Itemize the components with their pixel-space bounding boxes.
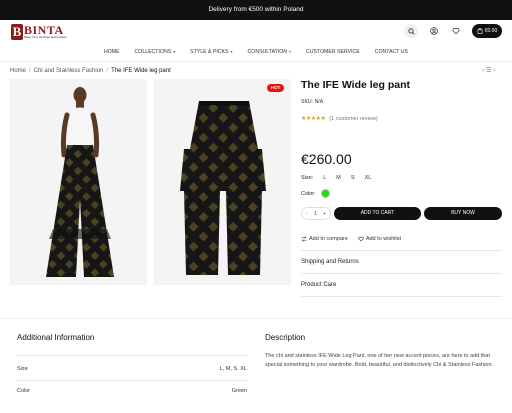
increment-button[interactable]: + (323, 211, 326, 217)
accordion-title: Product Care (301, 282, 337, 288)
additional-info-heading: Additional Information (17, 333, 95, 342)
product-image-flat[interactable]: HOT (154, 79, 291, 285)
divider (301, 273, 502, 274)
nav-label: CONSULTATION (247, 49, 288, 55)
color-label: Color: (301, 190, 316, 197)
logo-tagline: Wear Your Heritage Everywhere (24, 35, 67, 39)
search-button[interactable] (404, 24, 418, 38)
announcement-bar: Delivery from €500 within Poland (0, 0, 512, 20)
attribute-row: Color Green (17, 388, 247, 394)
review-count-link[interactable]: (1 customer review) (329, 116, 377, 122)
breadcrumb-separator: / (29, 68, 31, 74)
sku-value: N/A (314, 99, 324, 105)
logo-mark: B (11, 24, 23, 40)
next-product-icon[interactable]: › (493, 68, 497, 74)
attribute-label: Color (17, 388, 31, 394)
accordion-title: Shipping and Returns (301, 259, 359, 265)
sku-label: SKU: (301, 99, 314, 105)
compare-icon (301, 236, 307, 242)
main-nav: HOME COLLECTIONS ▾ STYLE & PICKS ▾ CONSULT… (0, 46, 512, 58)
product-rating: ★★★★★ (1 customer review) (301, 115, 378, 123)
divider (17, 355, 247, 356)
nav-item-contact-us[interactable]: CONTACT US (375, 46, 408, 58)
decrement-button[interactable]: - (306, 211, 308, 217)
breadcrumb: Home / Chi and Stainless Fashion / The IFE W… (10, 68, 171, 74)
nav-label: CUSTOMER SERVICE (306, 49, 360, 55)
product-image-model[interactable] (10, 79, 147, 285)
pant-photo (180, 101, 266, 275)
quantity-value: 1 (313, 210, 317, 217)
wishlist-button[interactable] (449, 24, 463, 38)
chevron-down-icon: ▾ (230, 49, 233, 54)
announcement-text: Delivery from €500 within Poland (208, 6, 304, 13)
attribute-value: Green (231, 388, 247, 394)
color-swatch-green[interactable] (320, 189, 330, 198)
attribute-row: Size L, M, S, XL (17, 366, 247, 372)
breadcrumb-home[interactable]: Home (10, 68, 26, 74)
nav-label: COLLECTIONS (134, 49, 172, 55)
divider (301, 250, 502, 251)
size-option-xl[interactable]: XL (365, 175, 372, 181)
product-sku: SKU: N/A (301, 99, 323, 105)
bag-icon (477, 28, 483, 34)
accordion-shipping[interactable]: Shipping and Returns (301, 259, 502, 265)
model-photo (46, 87, 114, 277)
nav-label: CONTACT US (374, 49, 409, 55)
heart-icon (358, 236, 364, 242)
attribute-label: Size (17, 366, 28, 372)
size-option-s[interactable]: S (351, 175, 355, 181)
product-title: The IFE Wide leg pant (301, 79, 410, 91)
size-label: Size: (301, 175, 314, 181)
divider (17, 380, 247, 381)
nav-item-customer-service[interactable]: CUSTOMER SERVICE (306, 46, 360, 58)
hot-badge: HOT (267, 84, 284, 92)
header: B BINTA Wear Your Heritage Everywhere €0… (0, 20, 512, 44)
account-button[interactable] (427, 24, 441, 38)
description-heading: Description (265, 333, 306, 342)
wishlist-label: Add to wishlist (365, 236, 401, 242)
add-to-wishlist-link[interactable]: Add to wishlist (358, 236, 401, 242)
product-pager: ‹☰› (482, 67, 497, 74)
product-actions: Add to compare Add to wishlist (301, 236, 401, 242)
nav-item-home[interactable]: HOME (104, 46, 120, 58)
color-selector: Color: (301, 189, 330, 198)
compare-label: Add to compare (309, 236, 348, 242)
size-selector: Size: L M S XL (301, 175, 371, 181)
nav-item-consultation[interactable]: CONSULTATION ▾ (248, 46, 292, 58)
divider (0, 318, 512, 319)
breadcrumb-separator: / (106, 68, 109, 74)
heart-icon (452, 27, 460, 35)
size-option-l[interactable]: L (323, 175, 326, 181)
accordion-product-care[interactable]: Product Care (301, 282, 502, 288)
nav-item-style-picks[interactable]: STYLE & PICKS ▾ (190, 46, 232, 58)
breadcrumb-category[interactable]: Chi and Stainless Fashion (34, 68, 104, 74)
star-rating-icon: ★★★★★ (301, 116, 326, 122)
description-text: The chi and stainless IFE Wide Leg Pant,… (265, 353, 494, 368)
logo[interactable]: B BINTA Wear Your Heritage Everywhere (11, 23, 71, 41)
add-to-cart-button[interactable]: ADD TO CART (334, 207, 421, 220)
breadcrumb-current: The IFE Wide leg pant (111, 68, 171, 74)
cart-button[interactable]: €0.00 (472, 24, 502, 38)
attribute-value: L, M, S, XL (219, 366, 247, 372)
nav-label: STYLE & PICKS (190, 49, 229, 55)
product-price: €260.00 (301, 151, 352, 167)
nav-label: HOME (103, 49, 120, 55)
quantity-stepper[interactable]: - 1 + (301, 207, 331, 220)
user-icon (430, 27, 438, 35)
cart-total: €0.00 (484, 28, 498, 34)
nav-item-collections[interactable]: COLLECTIONS ▾ (135, 46, 176, 58)
divider (0, 61, 512, 62)
divider (301, 296, 502, 297)
add-to-compare-link[interactable]: Add to compare (301, 236, 348, 242)
buy-now-button[interactable]: BUY NOW (424, 207, 502, 220)
size-option-m[interactable]: M (336, 175, 341, 181)
search-icon (407, 27, 415, 35)
chevron-down-icon: ▾ (289, 49, 292, 54)
chevron-down-icon: ▾ (173, 49, 176, 54)
